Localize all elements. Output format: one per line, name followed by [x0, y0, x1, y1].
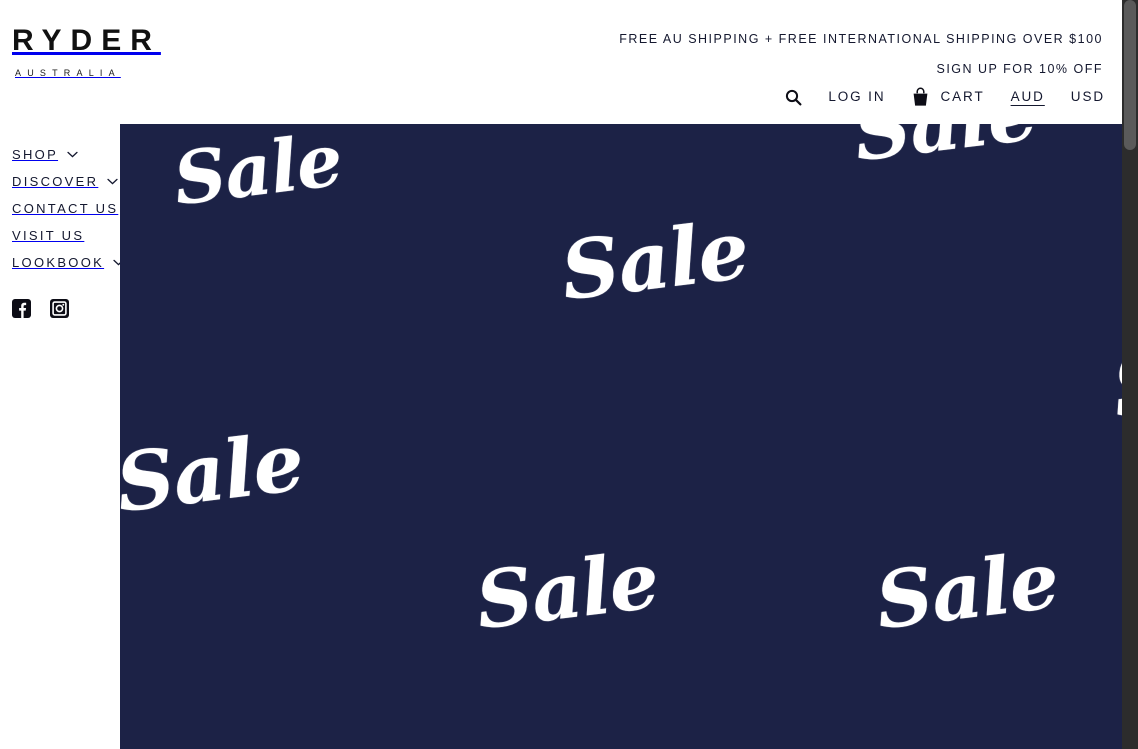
shopping-bag-icon: [914, 87, 928, 106]
sale-text-mark: Sale: [1107, 313, 1122, 439]
sale-text-mark: Sale: [120, 414, 309, 531]
facebook-link[interactable]: [12, 299, 31, 318]
scrollbar-thumb[interactable]: [1124, 0, 1136, 150]
instagram-icon: [50, 299, 69, 318]
page-content: RYDER AUSTRALIA FREE AU SHIPPING + FREE …: [0, 0, 1122, 749]
search-button[interactable]: [785, 89, 802, 106]
sale-text-mark: Sale: [169, 124, 347, 222]
sale-text-mark: Sale: [556, 202, 754, 319]
utility-nav: LOG IN CART AUD USD: [785, 82, 1105, 112]
promo-line-signup[interactable]: SIGN UP FOR 10% OFF: [619, 54, 1103, 84]
sidebar-item-label: CONTACT US: [12, 201, 119, 216]
instagram-link[interactable]: [50, 299, 69, 318]
search-icon: [786, 89, 802, 105]
sale-text-mark: Sale: [849, 124, 1041, 179]
sidebar-item-label: DISCOVER: [12, 174, 99, 189]
sale-hero-banner[interactable]: Sale Sale Sale Sale Sale Sale Sale: [120, 124, 1122, 749]
login-link[interactable]: LOG IN: [828, 90, 885, 104]
promo-line-shipping: FREE AU SHIPPING + FREE INTERNATIONAL SH…: [619, 32, 1103, 46]
logo-wordmark: RYDER: [12, 24, 161, 57]
currency-aud[interactable]: AUD: [1011, 90, 1045, 104]
cart-link[interactable]: CART: [940, 90, 984, 104]
chevron-down-icon: [107, 178, 118, 185]
promo-banner: FREE AU SHIPPING + FREE INTERNATIONAL SH…: [619, 24, 1103, 84]
logo-tagline: AUSTRALIA: [15, 68, 121, 78]
sale-text-mark: Sale: [471, 534, 664, 648]
facebook-icon: [12, 299, 31, 318]
sidebar-item-label: SHOP: [12, 147, 59, 162]
site-header: RYDER AUSTRALIA FREE AU SHIPPING + FREE …: [0, 0, 1122, 124]
vertical-scrollbar[interactable]: [1122, 0, 1138, 749]
sidebar-item-label: VISIT US: [12, 228, 85, 243]
site-logo[interactable]: RYDER AUSTRALIA: [12, 26, 312, 78]
currency-usd[interactable]: USD: [1071, 90, 1105, 104]
social-links: [12, 299, 69, 318]
sale-text-mark: Sale: [871, 534, 1064, 648]
chevron-down-icon: [67, 151, 78, 158]
sidebar-nav: SHOP DISCOVER CONTACT US VISIT US LOOKBO…: [0, 124, 124, 749]
sidebar-item-label: LOOKBOOK: [12, 255, 105, 270]
cart-icon-wrap[interactable]: [911, 87, 930, 107]
page-root: RYDER AUSTRALIA FREE AU SHIPPING + FREE …: [0, 0, 1138, 749]
